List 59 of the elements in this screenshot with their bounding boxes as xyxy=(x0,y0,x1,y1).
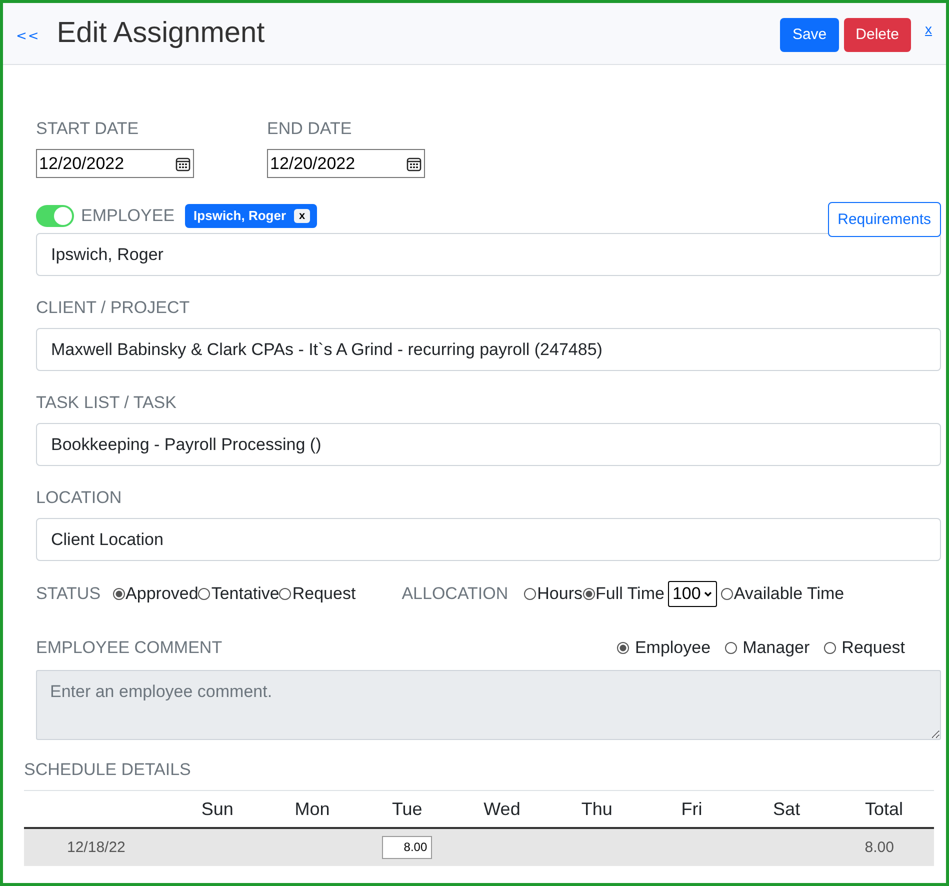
remove-button[interactable]: x xyxy=(294,208,310,222)
column-header: Mon xyxy=(294,798,331,820)
date-field[interactable]: 12/20/2022 xyxy=(267,149,425,178)
field-label: END DATE xyxy=(267,119,353,139)
section-title: SCHEDULE DETAILS xyxy=(24,760,934,791)
option-label: Available Time xyxy=(734,584,844,604)
radio-button[interactable] xyxy=(198,588,210,600)
hours-field[interactable]: 8.00 xyxy=(382,836,432,859)
column-header: Sun xyxy=(200,798,234,820)
column-header: Tue xyxy=(390,798,424,820)
field-label: EMPLOYEE COMMENT xyxy=(36,638,222,658)
field-label: CLIENT / PROJECT xyxy=(36,298,191,318)
field-label: STATUS xyxy=(36,584,101,604)
radio-button[interactable] xyxy=(112,588,125,600)
option-label: Request xyxy=(842,638,905,658)
calendar-icon[interactable] xyxy=(175,156,191,172)
table-cell-text: 12/18/22 xyxy=(66,839,126,856)
field-label: EMPLOYEE xyxy=(81,206,175,226)
column-header: Fri xyxy=(680,798,704,820)
percent-dropdown[interactable]: 100 xyxy=(668,581,717,607)
field-label: LOCATION xyxy=(36,488,123,508)
field-label: TASK LIST / TASK xyxy=(36,393,178,413)
field-label: ALLOCATION xyxy=(402,584,508,604)
radio-button[interactable] xyxy=(724,642,737,654)
input-field[interactable]: Bookkeeping - Payroll Processing () xyxy=(36,423,941,466)
column-header: Total xyxy=(864,798,904,820)
radio-button[interactable] xyxy=(824,642,836,654)
input-field[interactable]: Maxwell Babinsky & Clark CPAs - It`s A Grind - recurring payroll (247485) xyxy=(36,328,941,371)
requirements-button[interactable]: Requirements xyxy=(828,202,941,237)
date-field[interactable]: 12/20/2022 xyxy=(36,149,194,178)
option-label: Request xyxy=(292,584,356,604)
toggle-switch[interactable] xyxy=(36,204,74,226)
input-field[interactable]: Client Location xyxy=(36,518,941,561)
option-label: Tentative xyxy=(211,584,280,604)
option-label: Employee xyxy=(634,638,711,658)
option-label: Full Time xyxy=(596,584,664,604)
column-header: Wed xyxy=(482,798,522,820)
page-title: Edit Assignment xyxy=(56,17,265,50)
save-button[interactable]: Save xyxy=(780,18,839,52)
calendar-icon[interactable] xyxy=(406,156,422,172)
radio-button[interactable] xyxy=(582,588,594,600)
input-field[interactable]: Ipswich, Roger xyxy=(36,233,941,276)
column-header: Sat xyxy=(772,798,802,820)
column-header: Thu xyxy=(580,798,614,820)
radio-button[interactable] xyxy=(524,588,536,600)
field-label: START DATE xyxy=(36,119,140,139)
table-cell-text: 8.00 xyxy=(864,839,895,856)
caret-icon xyxy=(702,589,713,599)
option-label: Manager xyxy=(742,638,810,658)
radio-button[interactable] xyxy=(616,642,629,654)
option-label: Approved xyxy=(126,584,198,604)
option-label: Hours xyxy=(537,584,582,604)
employee-chip: Ipswich, Roger x xyxy=(184,204,318,228)
close-link[interactable]: x xyxy=(925,20,932,36)
radio-button[interactable] xyxy=(720,588,733,600)
comment-field[interactable]: Enter an employee comment. xyxy=(36,670,941,740)
delete-button[interactable]: Delete xyxy=(844,18,911,52)
back-link[interactable]: << xyxy=(16,29,40,44)
radio-button[interactable] xyxy=(279,588,292,600)
